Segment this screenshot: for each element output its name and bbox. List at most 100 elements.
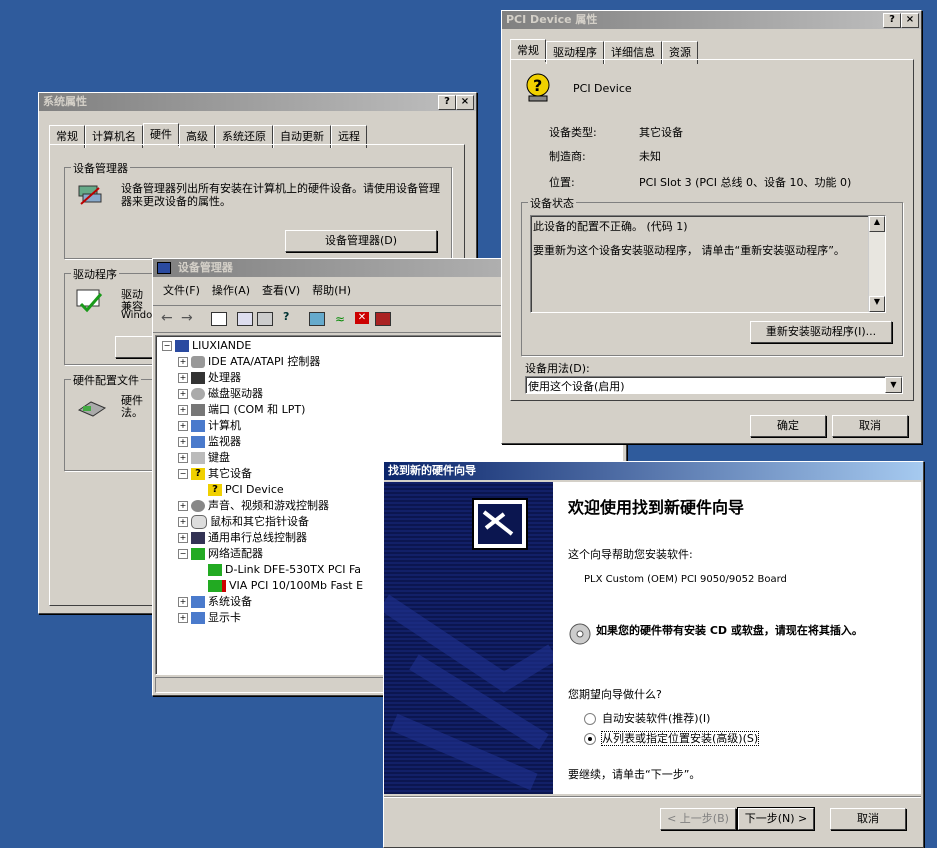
status-line-2: 要重新为这个设备安装驱动程序， 请单击“重新安装驱动程序”。: [533, 244, 845, 257]
reinstall-driver-button[interactable]: 重新安装驱动程序(I)...: [750, 321, 892, 343]
ok-button[interactable]: 确定: [750, 415, 826, 437]
menu-action[interactable]: 操作(A): [206, 281, 256, 301]
expand-icon[interactable]: +: [178, 389, 188, 399]
expand-icon[interactable]: +: [178, 421, 188, 431]
tree-item-keyboard[interactable]: + 键盘: [178, 450, 230, 466]
wizard-heading: 欢迎使用找到新硬件向导: [568, 498, 745, 517]
tree-root[interactable]: − LIUXIANDE: [162, 338, 251, 354]
help-button[interactable]: ?: [438, 95, 456, 110]
disable-icon[interactable]: [375, 312, 391, 326]
drivers-desc-line3: Windo: [121, 310, 153, 321]
tree-item-ide[interactable]: + IDE ATA/ATAPI 控制器: [178, 354, 320, 370]
chevron-down-icon[interactable]: ▼: [885, 377, 902, 393]
driver-signing-button[interactable]: [115, 336, 157, 358]
forward-arrow-icon[interactable]: →: [181, 310, 193, 326]
tree-item-pci-device[interactable]: ? PCI Device: [208, 482, 284, 498]
ide-controller-icon: [191, 356, 205, 368]
expand-icon[interactable]: +: [178, 357, 188, 367]
tree-item-dlink[interactable]: D-Link DFE-530TX PCI Fa: [208, 562, 361, 578]
properties-icon[interactable]: [237, 312, 253, 326]
collapse-icon[interactable]: −: [178, 469, 188, 479]
radio-list[interactable]: [584, 733, 596, 745]
option-list-install[interactable]: 从列表或指定位置安装(高级)(S): [584, 730, 760, 746]
tree-item-disk[interactable]: + 磁盘驱动器: [178, 386, 263, 402]
tree-item-network[interactable]: − 网络适配器: [178, 546, 263, 562]
menu-view[interactable]: 查看(V): [256, 281, 306, 301]
tree-item-ports[interactable]: + 端口 (COM 和 LPT): [178, 402, 305, 418]
expand-icon[interactable]: +: [178, 613, 188, 623]
device-manager-title: 设备管理器: [177, 261, 233, 274]
drivers-group-label: 驱动程序: [71, 266, 119, 282]
expand-icon[interactable]: +: [178, 517, 188, 527]
tree-item-sound[interactable]: + 声音、视频和游戏控制器: [178, 498, 329, 514]
option-auto-install[interactable]: 自动安装软件(推荐)(I): [584, 710, 710, 726]
wizard-side-banner: [384, 482, 553, 794]
banner-decoration: [384, 594, 553, 791]
expand-icon[interactable]: +: [178, 405, 188, 415]
help-button[interactable]: ?: [883, 13, 901, 28]
tab-hardware[interactable]: 硬件: [143, 123, 179, 146]
tree-item-mouse[interactable]: + 鼠标和其它指针设备: [178, 514, 309, 530]
warning-question-icon: ?: [208, 484, 222, 496]
new-hardware-wizard-window: 找到新的硬件向导 欢迎使用找到新硬件向导 这个向导帮助您安装软件: PLX Cu…: [383, 461, 924, 848]
status-scrollbar[interactable]: ▲ ▼: [868, 216, 885, 312]
menu-help[interactable]: 帮助(H): [306, 281, 357, 301]
device-manager-icon: [77, 182, 105, 206]
update-driver-icon[interactable]: ≈: [335, 312, 345, 326]
tree-item-monitor[interactable]: + 监视器: [178, 434, 241, 450]
scan-hardware-icon[interactable]: [309, 312, 325, 326]
expand-icon[interactable]: +: [178, 533, 188, 543]
system-properties-titlebar[interactable]: 系统属性 ? ×: [39, 93, 476, 111]
device-manager-description: 设备管理器列出所有安装在计算机上的硬件设备。请使用设备管理器来更改设备的属性。: [121, 182, 440, 208]
back-arrow-icon[interactable]: ←: [161, 310, 173, 326]
keyboard-icon: [191, 452, 205, 464]
tree-item-other-devices[interactable]: −? 其它设备: [178, 466, 252, 482]
scroll-down-icon[interactable]: ▼: [869, 296, 885, 312]
wizard-question: 您期望向导做什么?: [568, 688, 662, 701]
device-type-label: 设备类型:: [549, 126, 597, 139]
scroll-up-icon[interactable]: ▲: [869, 216, 885, 232]
collapse-icon[interactable]: −: [162, 341, 172, 351]
tree-item-display[interactable]: + 显示卡: [178, 610, 241, 626]
next-button[interactable]: 下一步(N) >: [737, 807, 815, 831]
device-manager-button[interactable]: 设备管理器(D): [285, 230, 437, 252]
network-adapter-disabled-icon: [208, 580, 226, 592]
system-device-icon: [191, 596, 205, 608]
expand-icon[interactable]: +: [178, 453, 188, 463]
device-type-value: 其它设备: [639, 126, 683, 139]
tree-item-computer[interactable]: + 计算机: [178, 418, 241, 434]
expand-icon[interactable]: +: [178, 373, 188, 383]
show-hide-tree-icon[interactable]: [211, 312, 227, 326]
collapse-icon[interactable]: −: [178, 549, 188, 559]
expand-icon[interactable]: +: [178, 437, 188, 447]
tree-item-usb[interactable]: + 通用串行总线控制器: [178, 530, 307, 546]
cancel-button[interactable]: 取消: [832, 415, 908, 437]
print-icon[interactable]: [257, 312, 273, 326]
device-usage-label: 设备用法(D):: [525, 362, 590, 375]
monitor-icon: [191, 436, 205, 448]
wizard-divider: [384, 796, 921, 798]
close-button[interactable]: ×: [901, 13, 919, 28]
computer-icon: [191, 420, 205, 432]
wizard-titlebar[interactable]: 找到新的硬件向导: [384, 462, 923, 480]
expand-icon[interactable]: +: [178, 597, 188, 607]
general-tab-panel: ? PCI Device 设备类型: 其它设备 制造商: 未知 位置: PCI …: [510, 59, 914, 401]
back-button[interactable]: < 上一步(B): [660, 808, 736, 830]
expand-icon[interactable]: +: [178, 501, 188, 511]
radio-auto[interactable]: [584, 713, 596, 725]
system-properties-title: 系统属性: [43, 95, 87, 108]
help-icon[interactable]: ?: [283, 310, 289, 323]
close-button[interactable]: ×: [456, 95, 474, 110]
device-status-text: 此设备的配置不正确。 (代码 1) 要重新为这个设备安装驱动程序， 请单击“重新…: [530, 215, 886, 313]
tree-item-system-devices[interactable]: + 系统设备: [178, 594, 252, 610]
device-usage-select[interactable]: 使用这个设备(启用) ▼: [525, 376, 903, 394]
tree-item-via[interactable]: VIA PCI 10/100Mb Fast E: [208, 578, 363, 594]
uninstall-icon[interactable]: ✕: [355, 312, 369, 324]
pci-properties-titlebar[interactable]: PCI Device 属性 ? ×: [502, 11, 921, 29]
menu-file[interactable]: 文件(F): [153, 281, 206, 301]
computer-icon: [157, 262, 171, 274]
tree-item-processor[interactable]: + 处理器: [178, 370, 241, 386]
computer-icon: [175, 340, 189, 352]
svg-text:?: ?: [533, 76, 542, 95]
cancel-button[interactable]: 取消: [830, 808, 906, 830]
